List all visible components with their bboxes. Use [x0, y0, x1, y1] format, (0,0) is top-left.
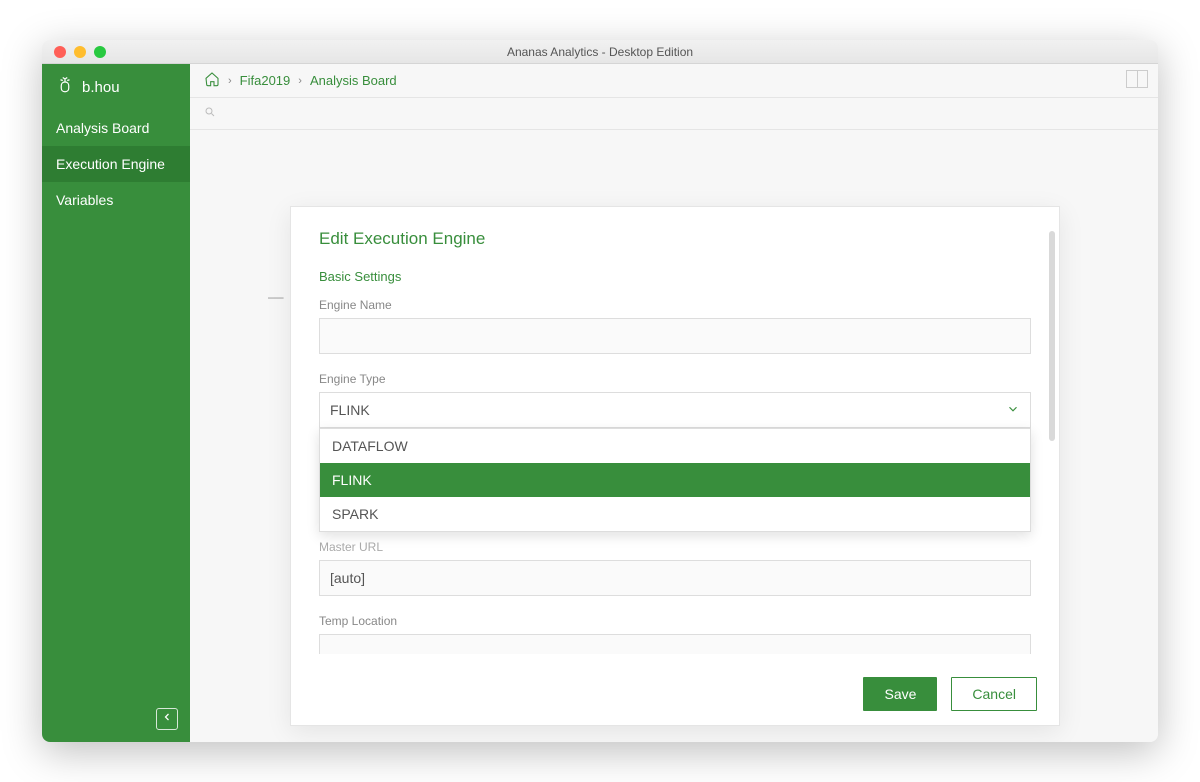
window-title: Ananas Analytics - Desktop Edition — [42, 45, 1158, 59]
option-label: DATAFLOW — [332, 438, 408, 454]
modal-actions: Save Cancel — [291, 663, 1059, 725]
engine-name-label: Engine Name — [319, 298, 1031, 312]
modal-body: Edit Execution Engine Basic Settings Eng… — [291, 207, 1059, 663]
sidebar-item-label: Analysis Board — [56, 120, 149, 136]
engine-type-select-wrap: FLINK DATAFLOW FLINK — [319, 392, 1031, 428]
chevron-down-icon — [1006, 402, 1020, 419]
cancel-button[interactable]: Cancel — [951, 677, 1037, 711]
section-basic-settings: Basic Settings — [319, 269, 1031, 284]
master-url-label: Master URL — [319, 540, 1031, 554]
app-body: b.hou Analysis Board Execution Engine Va… — [42, 64, 1158, 742]
sidebar-header[interactable]: b.hou — [42, 64, 190, 110]
traffic-lights — [42, 46, 106, 58]
breadcrumb: › Fifa2019 › Analysis Board — [190, 64, 1158, 98]
close-window-button[interactable] — [54, 46, 66, 58]
option-label: FLINK — [332, 472, 372, 488]
option-label: SPARK — [332, 506, 378, 522]
temp-location-label: Temp Location — [319, 614, 1031, 628]
minimize-window-button[interactable] — [74, 46, 86, 58]
sidebar: b.hou Analysis Board Execution Engine Va… — [42, 64, 190, 742]
modal-title: Edit Execution Engine — [319, 229, 1031, 249]
app-window: Ananas Analytics - Desktop Edition b.hou… — [42, 40, 1158, 742]
breadcrumb-sep: › — [298, 75, 302, 87]
save-button-label: Save — [884, 686, 916, 702]
pineapple-icon — [56, 76, 74, 98]
save-button[interactable]: Save — [863, 677, 937, 711]
engine-type-option-spark[interactable]: SPARK — [320, 497, 1030, 531]
titlebar: Ananas Analytics - Desktop Edition — [42, 40, 1158, 64]
sidebar-item-label: Variables — [56, 192, 113, 208]
breadcrumb-item-project[interactable]: Fifa2019 — [240, 73, 291, 88]
engine-type-select[interactable]: FLINK — [319, 392, 1031, 428]
main-area: › Fifa2019 › Analysis Board – Edit Execu… — [190, 64, 1158, 742]
cancel-button-label: Cancel — [972, 686, 1016, 702]
engine-type-label: Engine Type — [319, 372, 1031, 386]
temp-location-input[interactable] — [319, 634, 1031, 654]
sidebar-item-variables[interactable]: Variables — [42, 182, 190, 218]
chevron-left-icon — [161, 710, 173, 728]
sidebar-item-execution-engine[interactable]: Execution Engine — [42, 146, 190, 182]
add-node-hint: – — [268, 280, 284, 312]
content: – Edit Execution Engine Basic Settings E… — [190, 130, 1158, 742]
engine-name-input[interactable] — [319, 318, 1031, 354]
breadcrumb-sep: › — [228, 75, 232, 87]
edit-execution-engine-modal: Edit Execution Engine Basic Settings Eng… — [290, 206, 1060, 726]
sidebar-item-label: Execution Engine — [56, 156, 165, 172]
sidebar-item-analysis-board[interactable]: Analysis Board — [42, 110, 190, 146]
home-icon[interactable] — [204, 71, 220, 90]
search-bar[interactable] — [190, 98, 1158, 130]
layout-toggle[interactable] — [1126, 70, 1148, 88]
breadcrumb-item-page[interactable]: Analysis Board — [310, 73, 397, 88]
below-dropdown: Master URL Temp Location — [319, 540, 1031, 654]
maximize-window-button[interactable] — [94, 46, 106, 58]
engine-type-option-flink[interactable]: FLINK — [320, 463, 1030, 497]
search-icon — [204, 105, 216, 123]
engine-type-dropdown: DATAFLOW FLINK SPARK — [319, 428, 1031, 532]
sidebar-user: b.hou — [82, 79, 120, 96]
master-url-input[interactable] — [319, 560, 1031, 596]
engine-type-selected: FLINK — [330, 402, 370, 418]
sidebar-collapse-button[interactable] — [156, 708, 178, 730]
engine-type-option-dataflow[interactable]: DATAFLOW — [320, 429, 1030, 463]
